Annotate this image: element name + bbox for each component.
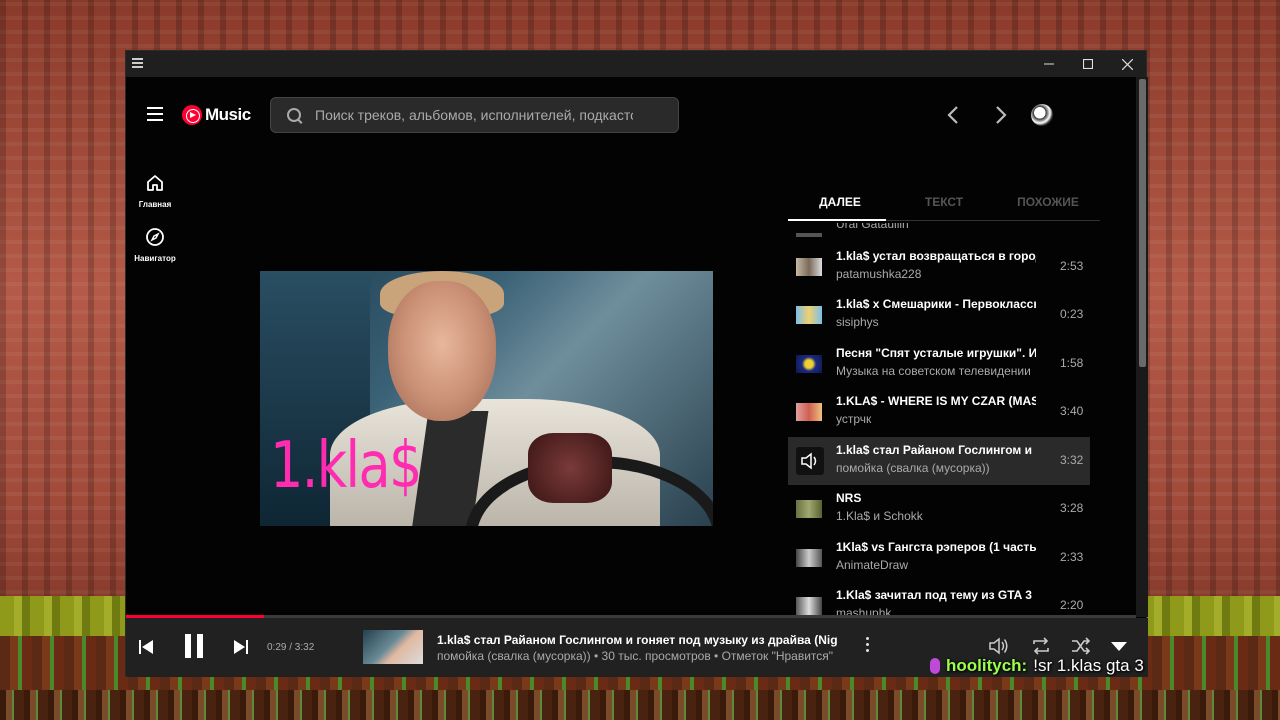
queue-thumbnail	[796, 306, 822, 324]
chat-username: hoolitych:	[946, 656, 1028, 675]
close-button[interactable]	[1107, 51, 1147, 77]
now-playing-thumbnail[interactable]	[363, 630, 423, 664]
tab-lyrics[interactable]: ТЕКСТ	[892, 195, 996, 209]
queue-title: 1.kla$ устал возвращаться в городе	[836, 249, 1036, 263]
scrollbar[interactable]	[1136, 77, 1148, 617]
queue-duration: 2:33	[1060, 550, 1084, 564]
stream-chat-message: hoolitych: !sr 1.klas gta 3	[930, 656, 1144, 676]
chat-text: !sr 1.klas gta 3	[1033, 656, 1144, 675]
queue-item[interactable]: 1.kla$ устал возвращаться в городе patam…	[788, 243, 1090, 291]
pause-icon[interactable]	[182, 632, 206, 660]
game-floor-lower	[0, 690, 1280, 720]
queue-item[interactable]: Ural Gataullin	[788, 223, 1090, 241]
queue-title: NRS	[836, 491, 862, 505]
maximize-button[interactable]	[1068, 51, 1108, 77]
previous-track-icon[interactable]	[138, 639, 154, 655]
video-face	[388, 281, 496, 421]
queue-duration: 0:23	[1060, 307, 1084, 321]
queue-thumbnail	[796, 258, 822, 276]
video-glove	[528, 433, 612, 503]
rail-label-home: Главная	[138, 200, 172, 209]
title-bar	[126, 51, 1146, 77]
queue-title: 1.KLA$ - WHERE IS MY CZAR (MASHUP)	[836, 394, 1036, 408]
youtube-music-logo[interactable]: Music	[182, 105, 251, 125]
queue-duration: 3:32	[1060, 453, 1084, 467]
tab-active-indicator	[788, 219, 886, 221]
now-playing-subtitle: помойка (свалка (мусорка)) • 30 тыс. про…	[437, 649, 834, 663]
queue-duration: 3:28	[1060, 501, 1084, 515]
queue-item[interactable]: 1.kla$ x Смешарики - Первоклассный sisip…	[788, 291, 1090, 339]
queue-artist: Музыка на советском телевидении	[836, 364, 1031, 378]
queue-title: 1.Kla$ зачитал под тему из GTA 3 | ...	[836, 588, 1036, 602]
video-overlay-text: 1.kla$	[270, 429, 422, 503]
queue-artist: помойка (свалка (мусорка))	[836, 461, 990, 475]
expand-player-icon[interactable]	[1111, 642, 1127, 651]
app-content: Music Главная Навигатор	[126, 77, 1136, 677]
queue-artist: sisiphys	[836, 315, 879, 329]
queue-thumbnail	[796, 500, 822, 518]
queue-title: 1.kla$ x Смешарики - Первоклассный	[836, 297, 1036, 311]
hamburger-menu-icon[interactable]	[147, 107, 163, 121]
compass-icon	[146, 228, 164, 246]
home-icon	[147, 175, 163, 191]
scrollbar-thumb[interactable]	[1139, 79, 1146, 367]
queue-title: 1.kla$ стал Райаном Гослингом и г	[836, 443, 1036, 457]
now-playing-title[interactable]: 1.kla$ стал Райаном Гослингом и гоняет п…	[437, 633, 837, 647]
queue-item[interactable]: 1.KLA$ - WHERE IS MY CZAR (MASHUP) устрч…	[788, 388, 1090, 436]
queue-item[interactable]: 1.Kla$ зачитал под тему из GTA 3 | ... m…	[788, 582, 1090, 615]
youtube-music-window: Music Главная Навигатор	[125, 50, 1148, 677]
search-box[interactable]	[270, 97, 679, 133]
video-player[interactable]: 1.kla$	[260, 271, 713, 526]
queue-artist: mashuphk	[836, 606, 892, 615]
queue-thumbnail	[796, 549, 822, 567]
volume-icon[interactable]	[988, 636, 1010, 656]
queue-artist: 1.Kla$ и Schokk	[836, 509, 923, 523]
queue-duration: 1:58	[1060, 356, 1084, 370]
queue-artist: Ural Gataullin	[836, 223, 909, 231]
queue-list: Ural Gataullin 1.kla$ устал возвращаться…	[788, 223, 1090, 615]
queue-thumbnail	[796, 233, 822, 237]
side-panel-tabs: ДАЛЕЕ ТЕКСТ ПОХОЖИЕ	[788, 189, 1100, 221]
back-arrow-icon[interactable]	[942, 103, 966, 127]
queue-thumbnail	[796, 403, 822, 421]
avatar[interactable]	[1031, 104, 1053, 126]
queue-artist: устрчк	[836, 412, 872, 426]
queue-artist: AnimateDraw	[836, 558, 909, 572]
queue-title: Песня "Спят усталые игрушки". Из	[836, 346, 1036, 360]
tab-related[interactable]: ПОХОЖИЕ	[996, 195, 1100, 209]
queue-item[interactable]: Песня "Спят усталые игрушки". Из Музыка …	[788, 340, 1090, 388]
rail-label-explore: Навигатор	[134, 254, 176, 263]
queue-thumbnail	[796, 355, 822, 373]
queue-item-now-playing[interactable]: 1.kla$ стал Райаном Гослингом и г помойк…	[788, 437, 1090, 485]
queue-thumbnail	[796, 597, 822, 615]
repeat-icon[interactable]	[1030, 636, 1052, 656]
shuffle-icon[interactable]	[1070, 636, 1092, 656]
logo-text: Music	[205, 105, 251, 124]
queue-artist: patamushka228	[836, 267, 922, 281]
tab-up-next[interactable]: ДАЛЕЕ	[788, 195, 892, 209]
forward-arrow-icon[interactable]	[988, 103, 1012, 127]
minimize-button[interactable]	[1029, 51, 1069, 77]
queue-duration: 2:53	[1060, 259, 1084, 273]
queue-item[interactable]: 1Kla$ vs Гангста рэперов (1 часть) Anima…	[788, 534, 1090, 582]
speaker-icon	[796, 447, 824, 475]
rail-item-home[interactable]: Главная	[126, 173, 184, 209]
playback-time: 0:29 / 3:32	[267, 642, 315, 653]
microphone-icon	[930, 658, 940, 674]
queue-duration: 2:20	[1060, 598, 1084, 612]
more-options-icon[interactable]	[863, 637, 871, 657]
search-icon	[287, 108, 301, 122]
queue-title: 1Kla$ vs Гангста рэперов (1 часть)	[836, 540, 1036, 554]
next-track-icon[interactable]	[233, 639, 249, 655]
search-input[interactable]	[315, 107, 633, 123]
rail-item-explore[interactable]: Навигатор	[126, 227, 184, 263]
window-menu-icon[interactable]	[132, 58, 144, 68]
music-logo-icon	[182, 105, 202, 125]
queue-item[interactable]: NRS 1.Kla$ и Schokk 3:28	[788, 485, 1090, 533]
queue-duration: 3:40	[1060, 404, 1084, 418]
